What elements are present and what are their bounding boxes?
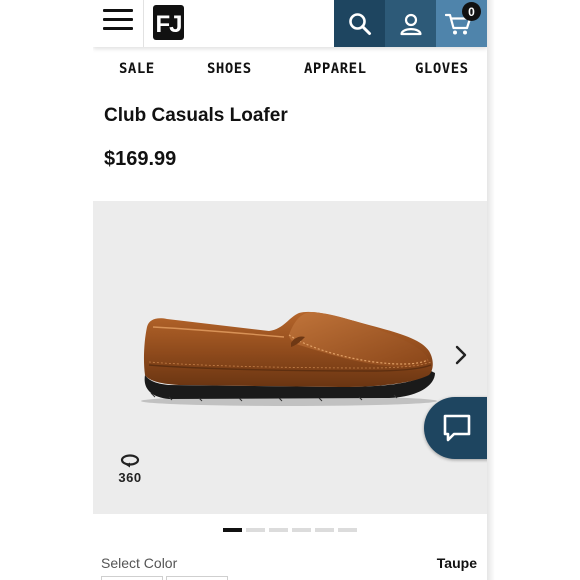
page-edge-shadow xyxy=(487,0,495,580)
product-price: $169.99 xyxy=(104,148,177,170)
header-divider xyxy=(143,0,144,47)
gallery-dot-2[interactable] xyxy=(246,528,265,532)
gallery-dot-1[interactable] xyxy=(223,528,242,532)
nav-item-shoes[interactable]: SHOES xyxy=(207,61,252,77)
chat-bubble-icon xyxy=(443,414,471,442)
search-button[interactable] xyxy=(334,0,385,47)
chat-button[interactable] xyxy=(424,397,487,459)
gallery-dot-3[interactable] xyxy=(269,528,288,532)
gallery-dot-5[interactable] xyxy=(315,528,334,532)
fj-logo[interactable]: FJ xyxy=(152,3,186,41)
color-swatch-2[interactable] xyxy=(166,576,228,580)
site-header: FJ 0 xyxy=(93,0,487,47)
view-360-label: 360 xyxy=(118,470,142,485)
gallery-dot-6[interactable] xyxy=(338,528,357,532)
color-swatch-1[interactable] xyxy=(101,576,163,580)
select-color-label: Select Color xyxy=(101,555,178,571)
svg-text:FJ: FJ xyxy=(155,11,181,38)
nav-item-gloves[interactable]: GLOVES xyxy=(415,61,469,77)
hamburger-menu-icon[interactable] xyxy=(103,9,133,31)
cart-button[interactable]: 0 xyxy=(436,0,487,47)
chevron-right-icon[interactable] xyxy=(453,344,469,366)
gallery-dot-4[interactable] xyxy=(292,528,311,532)
nav-item-apparel[interactable]: APPAREL xyxy=(304,61,367,77)
gallery-pagination xyxy=(223,528,357,532)
cart-count-badge: 0 xyxy=(462,2,481,21)
user-icon xyxy=(399,13,422,35)
view-360-button[interactable]: 360 xyxy=(115,454,145,485)
rotate-360-icon xyxy=(120,454,140,468)
main-nav: SALE SHOES APPAREL GLOVES xyxy=(93,47,487,92)
product-title: Club Casuals Loafer xyxy=(104,105,288,126)
product-image-gallery[interactable]: 360 xyxy=(93,201,487,514)
search-icon xyxy=(348,12,371,35)
product-image-loafer xyxy=(141,311,437,406)
account-button[interactable] xyxy=(385,0,436,47)
nav-item-sale[interactable]: SALE xyxy=(119,61,155,77)
page-frame: FJ 0 SALE SHOES APPAREL GLOVES Club Casu… xyxy=(93,0,487,580)
selected-color-value: Taupe xyxy=(436,555,477,571)
